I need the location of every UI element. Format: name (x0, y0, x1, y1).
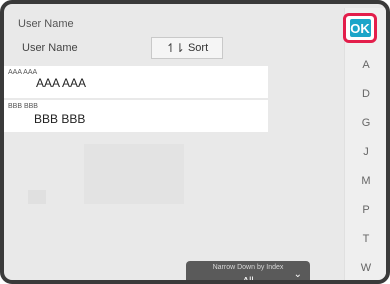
ok-highlight: OK (343, 13, 377, 43)
index-letter-w[interactable]: W (345, 262, 386, 274)
page-title: User Name (18, 18, 74, 30)
chevron-down-icon: ⌄ (293, 269, 302, 280)
sort-button-label: Sort (187, 42, 209, 54)
list-item-reading: BBB BBB (8, 103, 38, 110)
list-item-reading: AAA AAA (8, 69, 38, 76)
list-item-name: AAA AAA (36, 76, 87, 90)
sort-icon: ↿⇂ (165, 41, 185, 55)
index-letter-a[interactable]: A (345, 59, 386, 71)
index-letter-g[interactable]: G (345, 117, 386, 129)
column-label-user-name: User Name (22, 42, 78, 54)
narrow-down-caption: Narrow Down by Index (212, 264, 284, 271)
index-bar: A D G J M P T W (344, 8, 386, 280)
index-letter-d[interactable]: D (345, 88, 386, 100)
background-panel (84, 144, 184, 204)
narrow-down-by-index-select[interactable]: Narrow Down by Index All ⌄ (186, 261, 310, 284)
narrow-down-value: All (242, 276, 254, 284)
index-letter-j[interactable]: J (345, 146, 386, 158)
screen-frame: User Name User Name ↿⇂ Sort AAA AAA AAA … (0, 0, 390, 284)
sort-button[interactable]: ↿⇂ Sort (151, 37, 223, 59)
index-letter-p[interactable]: P (345, 204, 386, 216)
list-item-name: BBB BBB (34, 112, 86, 126)
user-list: AAA AAA AAA AAA BBB BBB BBB BBB (4, 66, 268, 134)
list-item[interactable]: BBB BBB BBB BBB (4, 100, 268, 132)
index-letter-t[interactable]: T (345, 233, 386, 245)
list-item[interactable]: AAA AAA AAA AAA (4, 66, 268, 98)
ok-button[interactable]: OK (349, 19, 371, 37)
background-panel (28, 190, 46, 204)
index-letter-m[interactable]: M (345, 175, 386, 187)
